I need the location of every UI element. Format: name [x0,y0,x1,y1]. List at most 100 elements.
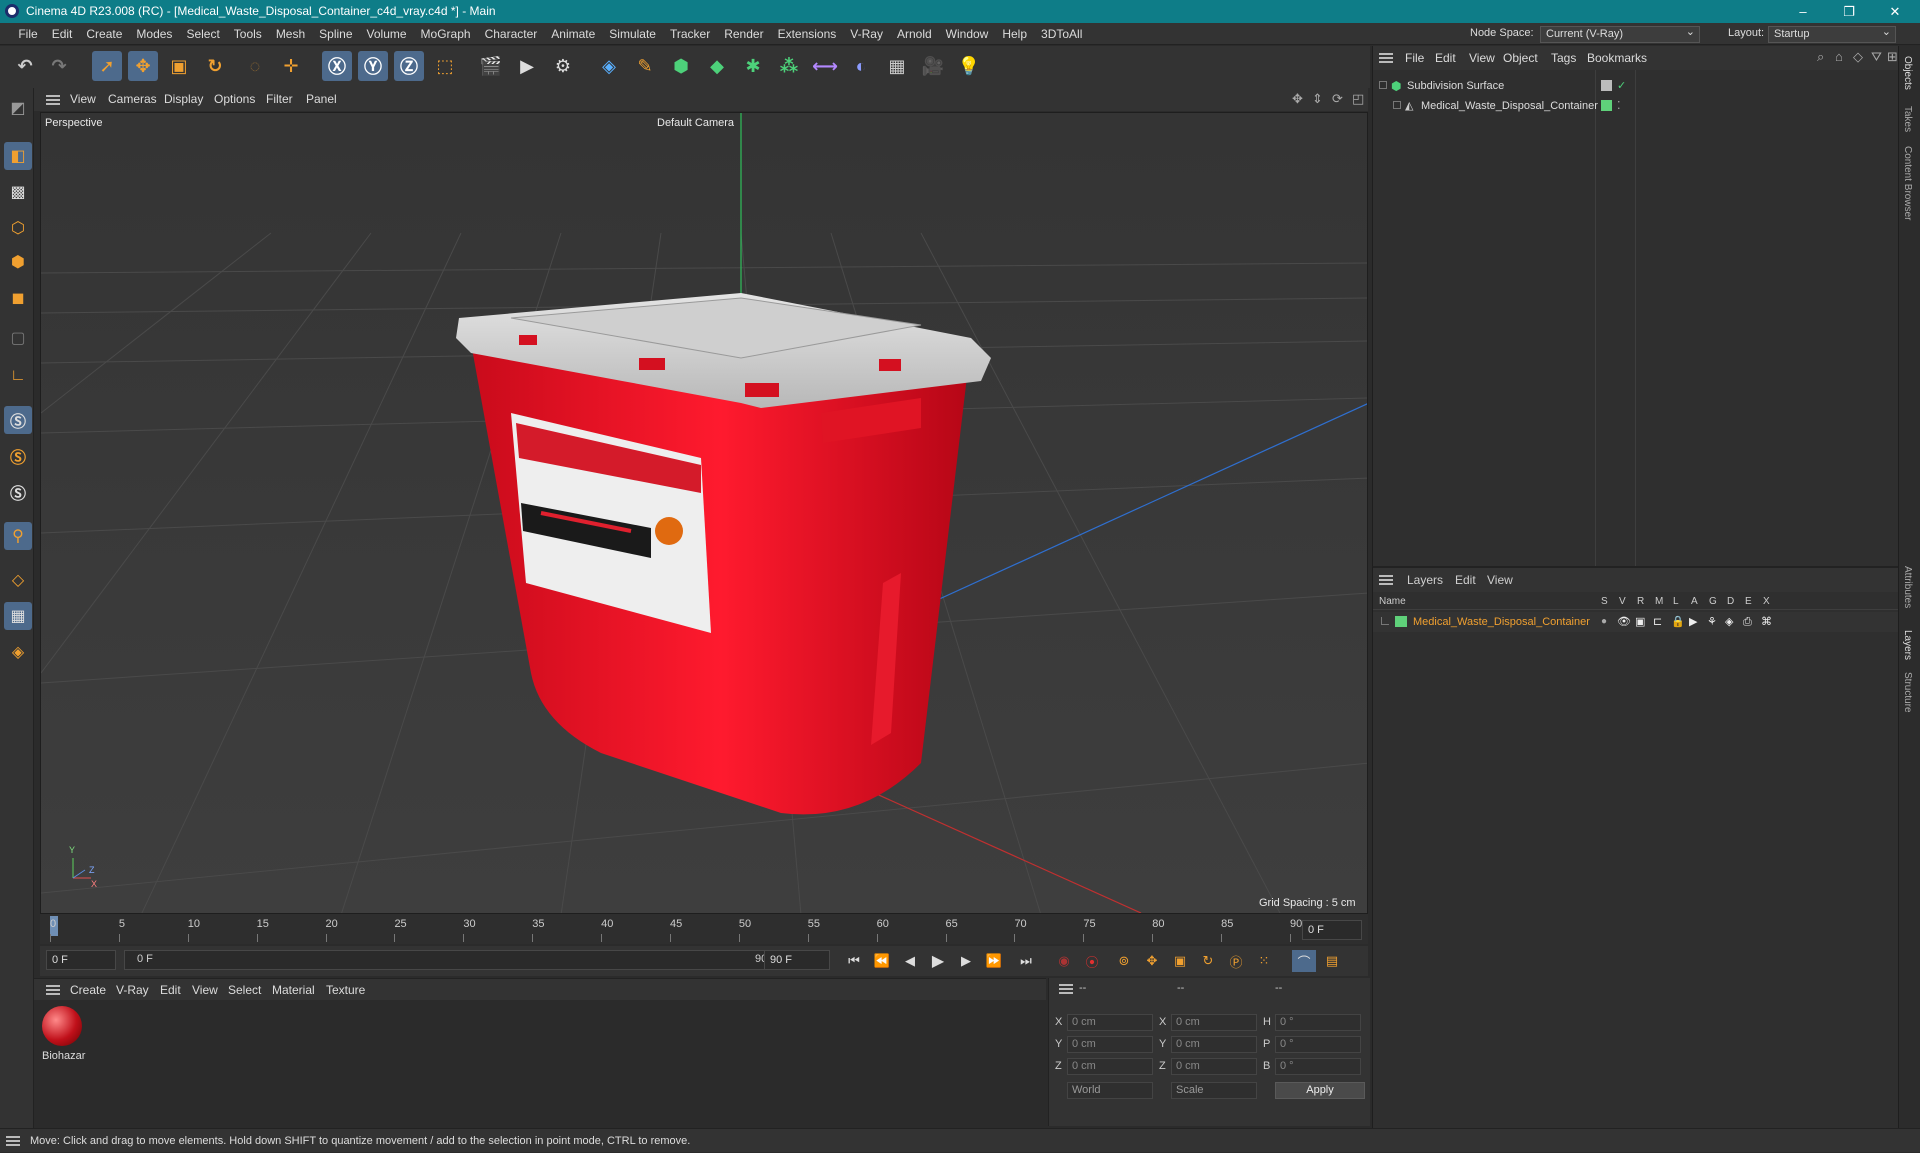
snap-settings-icon[interactable]: Ⓢ [4,442,32,470]
menu-character[interactable]: Character [478,23,545,45]
size-x-field[interactable]: 0 cm [1171,1014,1257,1031]
layer-flag-locked[interactable]: L [1673,596,1679,607]
object-name[interactable]: Medical_Waste_Disposal_Container [1421,96,1598,116]
layer-row-container[interactable]: Medical_Waste_Disposal_Container ● 👁 ▣ ⊏… [1373,612,1899,632]
menu-create[interactable]: Create [79,23,129,45]
play-icon[interactable]: ▶ [926,950,950,972]
menu-vray[interactable]: V-Ray [843,23,890,45]
tweak-magnet-icon[interactable]: ⚲ [4,522,32,550]
field-icon[interactable]: ◐ [846,51,876,81]
menu-spline[interactable]: Spline [312,23,359,45]
coordinates-menu-icon[interactable] [1059,984,1073,994]
y-axis-lock-icon[interactable]: Ⓨ [358,51,388,81]
expand-toggle-icon[interactable] [1379,81,1387,89]
max-frame-field[interactable]: 90 F [764,950,830,970]
material-menu-icon[interactable] [46,985,60,995]
menu-edit[interactable]: Edit [45,23,80,45]
recent-tool-icon[interactable]: ◌ [240,51,270,81]
model-mode-icon[interactable]: ◧ [4,142,32,170]
polygons-mode-icon[interactable]: ◼ [4,284,32,312]
viewport-menu-options[interactable]: Options [214,88,255,111]
previous-frame-icon[interactable]: ◀ [898,950,922,972]
object-menu-icon[interactable] [1379,53,1393,63]
object-menu-tags[interactable]: Tags [1551,46,1576,70]
status-menu-icon[interactable] [6,1136,20,1146]
position-z-field[interactable]: 0 cm [1067,1058,1153,1075]
cube-primitive-icon[interactable]: ◈ [594,51,624,81]
material-menu-create[interactable]: Create [70,979,106,1001]
object-menu-bookmarks[interactable]: Bookmarks [1587,46,1647,70]
material-menu-view[interactable]: View [192,979,218,1001]
snap-icon[interactable]: Ⓢ [4,406,32,434]
viewport-rotate-icon[interactable]: ⟳ [1332,91,1343,107]
editor-visibility-icon[interactable] [1601,80,1612,91]
layer-name-header[interactable]: Name [1379,596,1406,607]
enabled-check-icon[interactable]: ✓ [1617,76,1626,96]
restore-button[interactable]: ❐ [1826,0,1872,23]
mograph-array-icon[interactable]: ⁂ [774,51,804,81]
material-menu-edit[interactable]: Edit [160,979,181,1001]
layer-generators-toggle-icon[interactable]: ⚘ [1707,612,1717,632]
menu-tools[interactable]: Tools [227,23,269,45]
texture-mode-icon[interactable]: ▩ [4,178,32,206]
layer-visible-toggle-icon[interactable]: 👁 [1617,612,1631,632]
menu-file[interactable]: File [11,23,44,45]
layer-render-toggle-icon[interactable]: ▣ [1635,612,1645,632]
redo-icon[interactable]: ↷ [44,51,74,81]
menu-select[interactable]: Select [179,23,226,45]
layer-flag-generators[interactable]: G [1709,596,1717,607]
move-tool-icon[interactable]: ✥ [128,51,158,81]
render-view-icon[interactable]: 🎬 [476,51,506,81]
extrude-generator-icon[interactable]: ◆ [702,51,732,81]
menu-mograph[interactable]: MoGraph [414,23,478,45]
position-y-field[interactable]: 0 cm [1067,1036,1153,1053]
layer-color-swatch[interactable] [1395,616,1407,627]
edges-mode-icon[interactable]: ⬢ [4,248,32,276]
record-keys-icon[interactable]: ◉ [1052,950,1076,972]
layer-menu-layers[interactable]: Layers [1407,568,1443,592]
menu-mesh[interactable]: Mesh [269,23,312,45]
render-settings-icon[interactable]: ⚙ [548,51,578,81]
viewport-menu-view[interactable]: View [70,88,96,111]
scale-tool-icon[interactable]: ▣ [164,51,194,81]
tab-attributes[interactable]: Attributes [1902,566,1913,608]
layer-flag-deformers[interactable]: D [1727,596,1734,607]
previous-key-icon[interactable]: ⏪ [870,950,894,972]
menu-volume[interactable]: Volume [360,23,414,45]
layer-animation-toggle-icon[interactable]: ▶ [1689,612,1697,632]
grid-plane-icon[interactable]: ▦ [4,602,32,630]
viewport-maximize-icon[interactable]: ◰ [1352,91,1364,107]
menu-extensions[interactable]: Extensions [771,23,844,45]
cloner-icon[interactable]: ✱ [738,51,768,81]
3d-viewport[interactable]: Perspective Default Camera Grid Spacing … [40,112,1368,914]
viewport-menu-icon[interactable] [46,95,60,105]
size-z-field[interactable]: 0 cm [1171,1058,1257,1075]
expand-toggle-icon[interactable] [1393,101,1401,109]
rotation-b-field[interactable]: 0 ° [1275,1058,1361,1075]
motion-record-icon[interactable]: ⌒ [1292,950,1316,972]
object-menu-object[interactable]: Object [1503,46,1538,70]
coordinate-system-icon[interactable]: ⬚ [430,51,460,81]
key-parameter-icon[interactable]: Ⓟ [1224,950,1248,972]
make-editable-icon[interactable]: ◩ [4,94,32,122]
x-axis-lock-icon[interactable]: Ⓧ [322,51,352,81]
minimize-button[interactable]: – [1780,0,1826,23]
light-icon[interactable]: 💡 [954,51,984,81]
layout-dropdown[interactable]: Startup [1768,25,1896,43]
viewport-menu-cameras[interactable]: Cameras [108,88,157,111]
frame-range-slider[interactable]: 0 F 90 F [124,950,786,970]
rotate-tool-icon[interactable]: ↻ [200,51,230,81]
apply-button[interactable]: Apply [1275,1082,1365,1099]
viewport-menu-filter[interactable]: Filter [266,88,293,111]
timeline-window-icon[interactable]: ▤ [1320,950,1344,972]
viewport-menu-panel[interactable]: Panel [306,88,337,111]
axis-mode-icon[interactable]: ∟ [4,362,32,390]
layer-flag-visible[interactable]: V [1619,596,1626,607]
key-pla-icon[interactable]: ⁙ [1252,950,1276,972]
go-to-start-icon[interactable]: ⏮ [842,950,866,972]
node-space-dropdown[interactable]: Current (V-Ray) [1540,25,1700,43]
layer-color-tag-icon[interactable] [1601,100,1612,111]
tab-content-browser[interactable]: Content Browser [1902,146,1913,220]
object-menu-edit[interactable]: Edit [1435,46,1456,70]
next-key-icon[interactable]: ⏩ [982,950,1006,972]
